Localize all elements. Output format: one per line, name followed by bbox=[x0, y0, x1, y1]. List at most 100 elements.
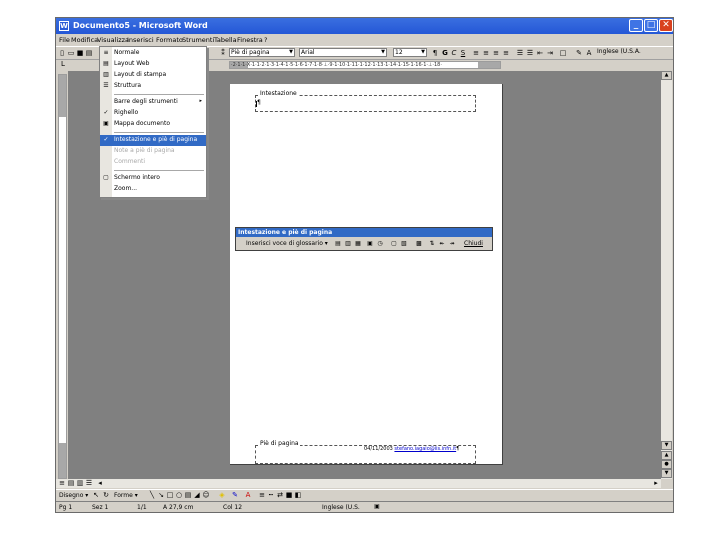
paragraph-mark-icon[interactable]: ¶ bbox=[431, 49, 439, 57]
minimize-icon[interactable]: _ bbox=[629, 19, 643, 32]
footer-email-link[interactable]: stefano.iagaio@iis.infn.it bbox=[394, 446, 456, 452]
italic-icon[interactable]: C bbox=[450, 49, 458, 57]
page-count-icon[interactable]: ▥ bbox=[344, 240, 352, 248]
autoshapes-menu[interactable]: Forme ▾ bbox=[114, 492, 138, 499]
close-icon[interactable]: ✕ bbox=[659, 19, 673, 32]
scroll-up-icon[interactable]: ▲ bbox=[661, 71, 672, 80]
textbox-icon[interactable]: ▤ bbox=[184, 491, 192, 499]
open-icon[interactable]: ▭ bbox=[67, 49, 75, 57]
clipart-icon[interactable]: ☺ bbox=[202, 491, 210, 499]
menu-item-barre-strumenti[interactable]: Barre degli strumenti ▸ bbox=[100, 97, 206, 108]
align-right-icon[interactable]: ≡ bbox=[492, 49, 500, 57]
align-left-icon[interactable]: ≡ bbox=[472, 49, 480, 57]
language-label[interactable]: Inglese (U.S.A. bbox=[596, 48, 671, 57]
bullets-icon[interactable]: ☰ bbox=[526, 49, 534, 57]
decrease-indent-icon[interactable]: ⇤ bbox=[536, 49, 544, 57]
style-combo[interactable]: Piè di pagina ▼ bbox=[229, 48, 295, 57]
menu-visualizza[interactable]: Visualizza bbox=[97, 36, 129, 44]
menu-file[interactable]: File bbox=[59, 36, 70, 44]
menu-formato[interactable]: Formato bbox=[156, 36, 183, 44]
menu-item-layout-stampa[interactable]: ▥ Layout di stampa bbox=[100, 70, 206, 81]
prev-page-icon[interactable]: ▲ bbox=[661, 451, 672, 460]
size-combo[interactable]: 12 ▼ bbox=[393, 48, 427, 57]
menu-finestra[interactable]: Finestra bbox=[237, 36, 263, 44]
horizontal-scrollbar[interactable]: ≡ ▤ ▥ ☰ ◂ ▸ bbox=[56, 479, 661, 488]
scroll-right-icon[interactable]: ▸ bbox=[652, 479, 660, 487]
maximize-icon[interactable]: □ bbox=[644, 19, 658, 32]
menu-help[interactable]: ? bbox=[264, 36, 267, 44]
vertical-scrollbar[interactable]: ▲ ▼ ▲ ● ▼ bbox=[661, 71, 672, 479]
line-icon[interactable]: ╲ bbox=[148, 491, 156, 499]
spelling-status-icon[interactable]: ▣ bbox=[373, 503, 381, 511]
page-setup-icon[interactable]: ▢ bbox=[390, 240, 398, 248]
menu-item-righello[interactable]: ✓ Righello bbox=[100, 108, 206, 119]
menu-item-mappa-documento[interactable]: ▣ Mappa documento bbox=[100, 119, 206, 130]
scroll-left-icon[interactable]: ◂ bbox=[96, 479, 104, 487]
draw-menu[interactable]: Disegno ▾ bbox=[59, 492, 88, 499]
browse-object-icon[interactable]: ● bbox=[661, 460, 672, 469]
header-footer-toolbar-title[interactable]: Intestazione e piè di pagina bbox=[236, 228, 492, 237]
print-view-button-icon[interactable]: ▥ bbox=[76, 479, 84, 487]
menu-strumenti[interactable]: Strumenti bbox=[182, 36, 214, 44]
menu-item-zoom[interactable]: Zoom... bbox=[100, 184, 206, 195]
font-combo[interactable]: Arial ▼ bbox=[299, 48, 387, 57]
menu-item-schermo-intero[interactable]: ▢ Schermo intero bbox=[100, 173, 206, 184]
header-area[interactable] bbox=[255, 95, 476, 112]
shadow-icon[interactable]: ■ bbox=[285, 491, 293, 499]
increase-indent-icon[interactable]: ⇥ bbox=[546, 49, 554, 57]
dash-style-icon[interactable]: ┅ bbox=[267, 491, 275, 499]
page-number-icon[interactable]: ▤ bbox=[334, 240, 342, 248]
show-hide-text-icon[interactable]: ▧ bbox=[400, 240, 408, 248]
horizontal-ruler[interactable]: ·2·1·1·X·1·1·2·1·3·1·4·1·5·1·6·1·7·1·8·⊥… bbox=[229, 61, 501, 69]
same-as-previous-icon[interactable]: ▩ bbox=[415, 240, 423, 248]
numbering-icon[interactable]: ☰ bbox=[516, 49, 524, 57]
save-icon[interactable]: ■ bbox=[76, 49, 84, 57]
time-icon[interactable]: ◷ bbox=[376, 240, 384, 248]
format-page-number-icon[interactable]: ▦ bbox=[354, 240, 362, 248]
tab-selector-icon[interactable]: L bbox=[59, 60, 67, 68]
menu-item-struttura[interactable]: ☰ Struttura bbox=[100, 81, 206, 92]
align-center-icon[interactable]: ≡ bbox=[482, 49, 490, 57]
menu-item-intestazione[interactable]: ✓ Intestazione e piè di pagina bbox=[100, 135, 206, 146]
font-color-icon[interactable]: A bbox=[585, 49, 593, 57]
bold-icon[interactable]: G bbox=[441, 49, 449, 57]
arrow-icon[interactable]: ↘ bbox=[157, 491, 165, 499]
show-previous-icon[interactable]: ↞ bbox=[438, 240, 446, 248]
insert-autotext-button[interactable]: Inserisci voce di glossario ▾ bbox=[246, 240, 328, 247]
justify-icon[interactable]: ≡ bbox=[502, 49, 510, 57]
print-icon[interactable]: ▤ bbox=[85, 49, 93, 57]
switch-header-footer-icon[interactable]: ⇅ bbox=[428, 240, 436, 248]
wordart-icon[interactable]: ◢ bbox=[193, 491, 201, 499]
rectangle-icon[interactable]: □ bbox=[166, 491, 174, 499]
line-style-icon[interactable]: ≡ bbox=[258, 491, 266, 499]
document-page[interactable]: Intestazione ¶ Piè di pagina 04/11/2003 … bbox=[230, 84, 503, 465]
menu-inserisci[interactable]: Inserisci bbox=[127, 36, 154, 44]
date-icon[interactable]: ▣ bbox=[366, 240, 374, 248]
oval-icon[interactable]: ○ bbox=[175, 491, 183, 499]
menu-item-layout-web[interactable]: ▤ Layout Web bbox=[100, 59, 206, 70]
vertical-ruler[interactable] bbox=[58, 74, 67, 479]
border-icon[interactable]: □ bbox=[559, 49, 567, 57]
scroll-down-icon[interactable]: ▼ bbox=[661, 441, 672, 450]
fill-color-icon[interactable]: ◈ bbox=[218, 491, 226, 499]
outline-view-button-icon[interactable]: ☰ bbox=[85, 479, 93, 487]
new-document-icon[interactable]: ▯ bbox=[58, 49, 66, 57]
3d-icon[interactable]: ◧ bbox=[294, 491, 302, 499]
menu-item-normale[interactable]: ≡ Normale bbox=[100, 48, 206, 59]
word-icon[interactable]: W bbox=[59, 21, 69, 31]
normal-view-button-icon[interactable]: ≡ bbox=[58, 479, 66, 487]
menu-modifica[interactable]: Modifica bbox=[71, 36, 98, 44]
free-rotate-icon[interactable]: ↻ bbox=[102, 491, 110, 499]
select-objects-icon[interactable]: ↖ bbox=[92, 491, 100, 499]
menu-tabella[interactable]: Tabella bbox=[214, 36, 237, 44]
show-next-icon[interactable]: ↠ bbox=[448, 240, 456, 248]
close-header-footer-button[interactable]: Chiudi bbox=[464, 240, 483, 247]
arrow-style-icon[interactable]: ⇄ bbox=[276, 491, 284, 499]
font-color-draw-icon[interactable]: A bbox=[244, 491, 252, 499]
line-color-icon[interactable]: ✎ bbox=[231, 491, 239, 499]
web-view-button-icon[interactable]: ▤ bbox=[67, 479, 75, 487]
next-page-icon[interactable]: ▼ bbox=[661, 469, 672, 478]
highlight-icon[interactable]: ✎ bbox=[575, 49, 583, 57]
underline-icon[interactable]: S bbox=[459, 49, 467, 57]
styles-icon[interactable]: ⁑ bbox=[219, 49, 227, 57]
